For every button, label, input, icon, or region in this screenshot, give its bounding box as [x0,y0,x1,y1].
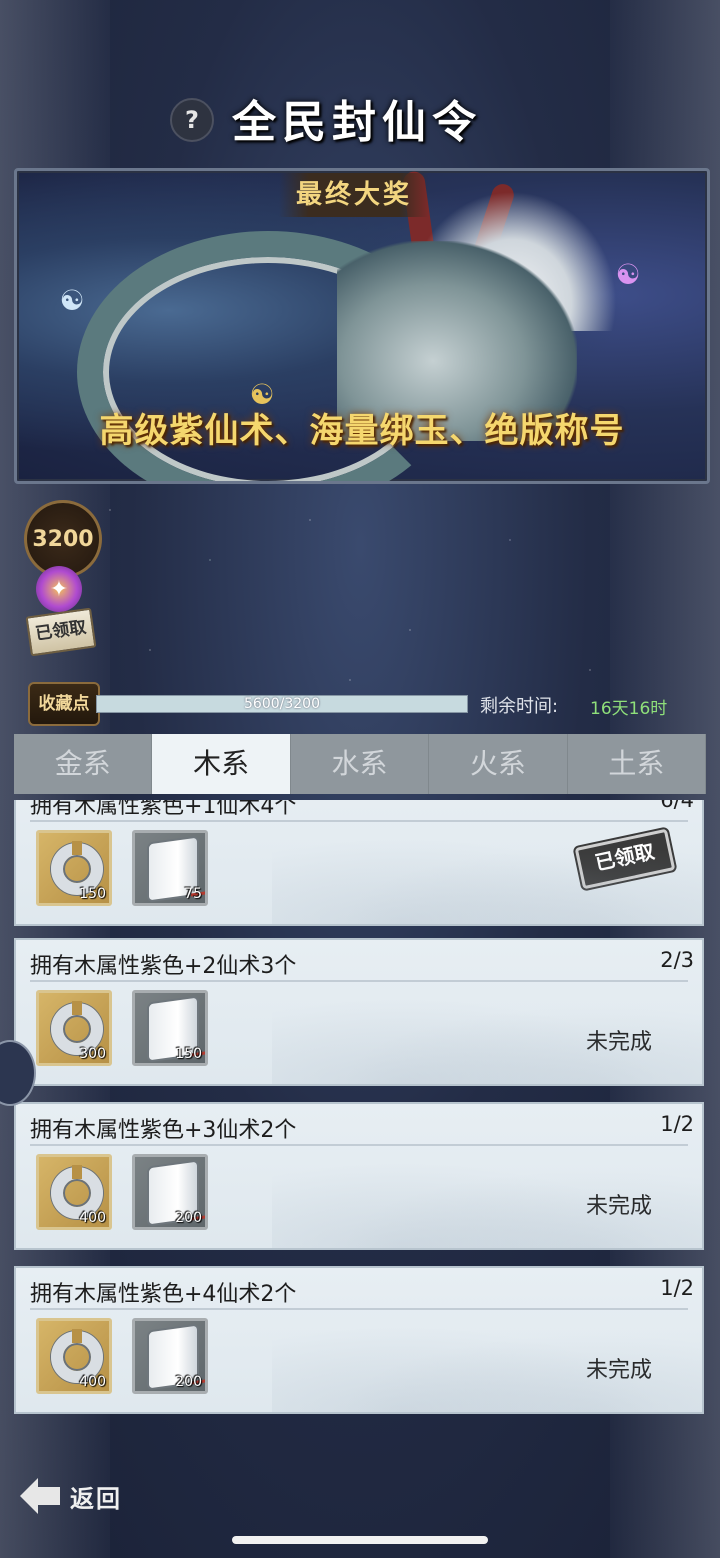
reward-slot[interactable]: 200 [132,1318,208,1394]
taiji-icon: ☯ [615,257,641,291]
reward-slot[interactable]: 150 [36,830,112,906]
task-title: 拥有木属性紫色+2仙术3个 [30,954,297,979]
tab-earth[interactable]: 土系 [567,734,707,794]
reward-slot[interactable]: 300 [36,990,112,1066]
reward-qty: 200 [175,1374,202,1390]
reward-slot[interactable]: 400 [36,1318,112,1394]
reward-qty: 300 [79,1046,106,1062]
tab-water[interactable]: 水系 [290,734,430,794]
divider [30,980,688,982]
task-card: 拥有木属性紫色+1仙术4个 6/4 150 75 已领取 [14,800,704,926]
task-count: 2/3 [660,948,694,972]
reward-slot[interactable]: 400 [36,1154,112,1230]
claimed-stamp: 已领取 [572,825,678,893]
reward-qty: 400 [79,1210,106,1226]
task-status: 未完成 [585,1358,652,1383]
divider [30,820,688,822]
task-title: 拥有木属性紫色+3仙术2个 [30,1118,297,1143]
home-indicator[interactable] [232,1536,488,1544]
task-title: 拥有木属性紫色+4仙术2个 [30,1282,297,1307]
task-card: 拥有木属性紫色+4仙术2个 1/2 400 200 未完成 [14,1266,704,1414]
taiji-icon: ☯ [59,283,85,317]
help-button[interactable]: ? [170,98,214,142]
banner-subtitle: 最终大奖 [279,173,429,217]
tab-wood[interactable]: 木系 [152,734,291,794]
reward-slot[interactable]: 150 [132,990,208,1066]
tab-metal[interactable]: 金系 [14,734,153,794]
task-count: 1/2 [660,1112,694,1136]
task-card: 拥有木属性紫色+3仙术2个 1/2 400 200 未完成 [14,1102,704,1250]
grand-prize-banner: ☯ ☯ ☯ 最终大奖 高级紫仙术、海量绑玉、绝版称号 [14,168,710,484]
reward-qty: 75 [184,886,202,902]
reward-qty: 150 [79,886,106,902]
task-status: 未完成 [585,1194,652,1219]
task-card: 拥有木属性紫色+2仙术3个 2/3 300 150 未完成 [14,938,704,1086]
task-title: 拥有木属性紫色+1仙术4个 [30,800,297,819]
task-count: 1/2 [660,1276,694,1300]
reward-slot[interactable]: 75 [132,830,208,906]
progress-label: 收藏点 [28,682,100,726]
banner-reward-text: 高级紫仙术、海量绑玉、绝版称号 [99,411,625,451]
starfield-background [90,480,630,710]
reward-qty: 400 [79,1374,106,1390]
page-title: 全民封仙令 [232,97,482,148]
reward-qty: 200 [175,1210,202,1226]
time-remaining-value: 16天16时 [590,699,668,719]
divider [30,1308,688,1310]
divider [30,1144,688,1146]
tab-fire[interactable]: 火系 [429,734,568,794]
element-tabs: 金系 木系 水系 火系 土系 [14,734,707,794]
collection-progress-bar: 5600/3200 [96,695,468,713]
reward-qty: 150 [175,1046,202,1062]
progress-text: 5600/3200 [244,696,320,712]
back-label: 返回 [70,1483,122,1513]
reward-slot[interactable]: 200 [132,1154,208,1230]
time-remaining-label: 剩余时间: [480,696,559,717]
back-button[interactable]: 返回 [20,1472,140,1520]
task-list[interactable]: 拥有木属性紫色+1仙术4个 6/4 150 75 已领取 拥有木属性紫色+2仙术… [14,800,706,1420]
back-arrow-icon [20,1478,60,1514]
task-count: 6/4 [660,800,694,812]
milestone-reward-icon[interactable]: ✦ [36,566,82,612]
task-status: 未完成 [585,1030,652,1055]
